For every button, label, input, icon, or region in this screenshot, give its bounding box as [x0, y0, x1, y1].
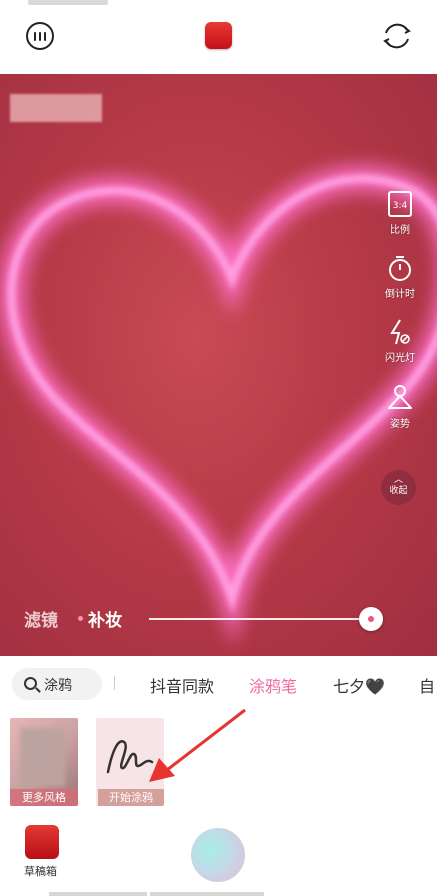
category-doodle-pen[interactable]: 涂鸦笔: [249, 673, 297, 697]
search-box[interactable]: 涂鸦: [12, 668, 102, 700]
flash-off-icon: [390, 319, 410, 345]
drafts-label: 草稿箱: [24, 865, 57, 878]
timer-label: 倒计时: [385, 289, 415, 300]
bottom-bar-left: [49, 892, 147, 896]
aspect-ratio-button[interactable]: 3:4 比例: [376, 190, 424, 236]
tab-makeup[interactable]: 补妆: [88, 606, 122, 631]
timer-icon: [389, 256, 411, 281]
card-label: 更多风格: [10, 789, 78, 806]
red-arrow-annotation: [149, 708, 246, 782]
tab-filter[interactable]: 滤镜: [24, 606, 58, 631]
neon-heart-image: [0, 165, 437, 646]
card-more-styles[interactable]: 更多风格: [10, 718, 78, 806]
aspect-ratio-label: 比例: [390, 225, 410, 236]
aspect-ratio-icon: 3:4: [388, 191, 412, 217]
more-dots-icon[interactable]: [26, 22, 54, 50]
category-qixi[interactable]: 七夕🖤: [333, 673, 385, 697]
collapse-label: 收起: [389, 486, 408, 496]
pose-button[interactable]: 姿势: [376, 384, 424, 430]
category-douyin-same[interactable]: 抖音同款: [150, 673, 214, 697]
shutter-button[interactable]: [191, 828, 245, 882]
intensity-slider[interactable]: [149, 618, 371, 620]
blurred-watermark: [10, 94, 102, 122]
camera-preview[interactable]: [0, 74, 437, 656]
pose-label: 姿势: [390, 419, 410, 430]
flash-label: 闪光灯: [385, 353, 415, 364]
pose-icon: [388, 385, 412, 409]
bottom-bar-right: [150, 892, 264, 896]
drafts-icon: [25, 825, 59, 859]
timer-button[interactable]: 倒计时: [376, 254, 424, 300]
beauty-filter-row: 滤镜 补妆: [0, 602, 437, 634]
red-square-icon[interactable]: [205, 22, 232, 49]
category-partial[interactable]: 自: [419, 673, 435, 697]
search-icon: [24, 677, 37, 690]
slider-knob[interactable]: [359, 607, 383, 631]
svg-text:3:4: 3:4: [393, 201, 408, 211]
collapse-button[interactable]: ︿ 收起: [381, 470, 416, 505]
chevron-up-icon: ︿: [393, 475, 403, 485]
search-input[interactable]: 涂鸦: [44, 675, 99, 695]
blurred-face-thumbnail: [20, 728, 65, 786]
flash-button[interactable]: 闪光灯: [376, 318, 424, 364]
top-bar: [0, 10, 437, 74]
divider: [114, 676, 115, 690]
status-bar-fragment: [28, 0, 108, 5]
drafts-button[interactable]: 草稿箱: [24, 825, 64, 879]
active-dot: [78, 616, 83, 621]
camera-flip-icon[interactable]: [381, 20, 413, 52]
card-label: 开始涂鸦: [98, 789, 164, 806]
status-bar: [0, 0, 437, 10]
